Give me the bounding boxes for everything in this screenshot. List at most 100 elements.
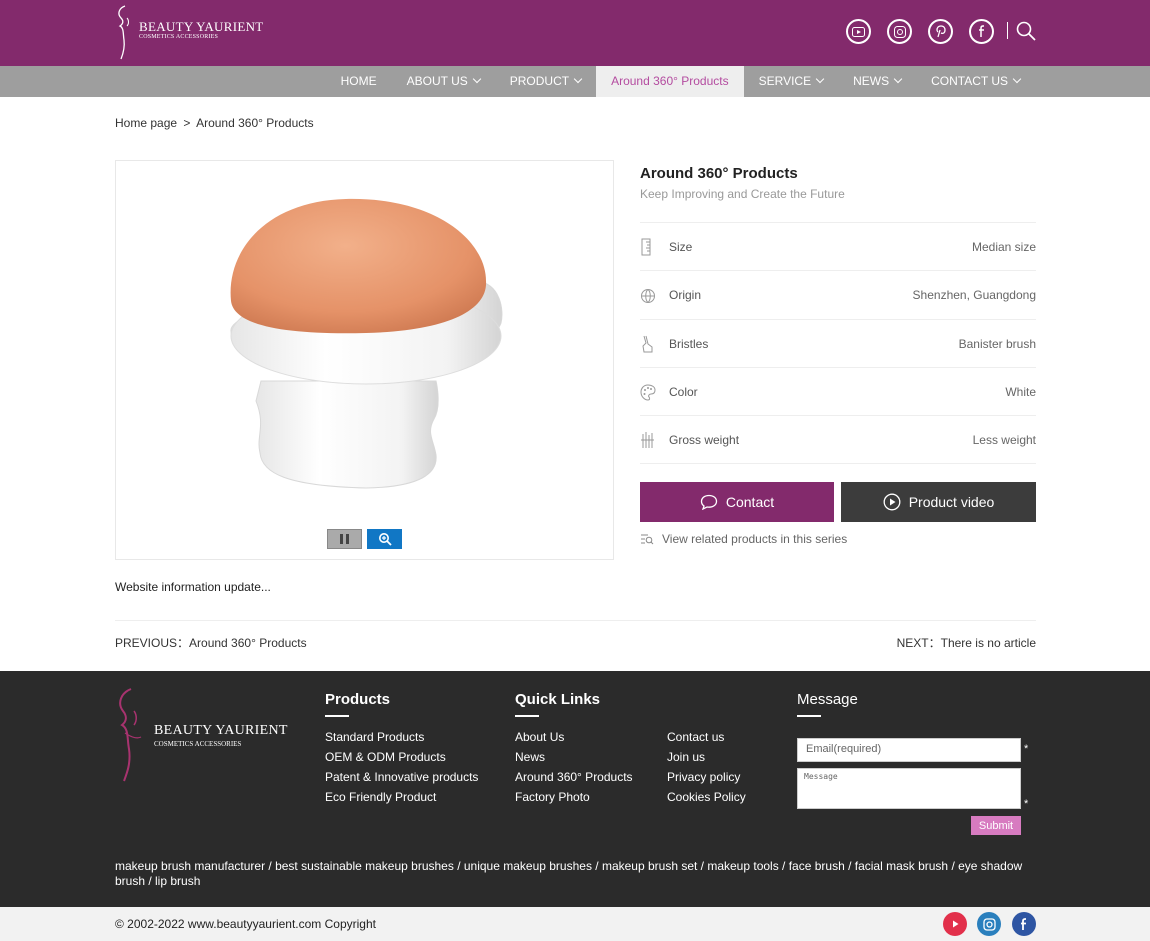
previous-title: Around 360° Products <box>189 636 307 650</box>
chevron-down-icon <box>573 74 583 84</box>
nav-item-contact-us[interactable]: CONTACT US <box>916 66 1035 97</box>
copyright-bar: © 2002-2022 www.beautyyaurient.com Copyr… <box>0 907 1150 941</box>
nav-item-label: SERVICE <box>758 74 812 88</box>
footer-quicklinks-list-2: Contact us Join us Privacy policy Cookies P… <box>667 727 746 807</box>
spec-row-size: Size Median size <box>640 223 1036 272</box>
search-icon[interactable] <box>1015 20 1037 42</box>
spec-value: Less weight <box>972 433 1036 448</box>
contact-button[interactable]: Contact <box>640 482 834 522</box>
title-underline <box>325 715 349 717</box>
palette-icon <box>640 384 656 401</box>
product-image-viewer <box>115 160 614 560</box>
footer-products-column: Products <box>325 691 390 717</box>
related-products-link[interactable]: View related products in this series <box>640 532 847 546</box>
footer-product-link[interactable]: Patent & Innovative products <box>325 767 478 787</box>
chat-bubble-icon <box>700 494 718 510</box>
facebook-icon[interactable] <box>969 19 994 44</box>
product-title: Around 360° Products <box>640 165 798 182</box>
footer-quick-link[interactable]: About Us <box>515 727 633 747</box>
footer-quicklinks-list-1: About Us News Around 360° Products Factory … <box>515 727 633 807</box>
footer-products-list: Standard Products OEM & ODM Products Paten… <box>325 727 478 807</box>
nav-item-home[interactable]: HOME <box>326 66 392 97</box>
footer-product-link[interactable]: Eco Friendly Product <box>325 787 478 807</box>
nav-item-news[interactable]: NEWS <box>838 66 916 97</box>
zoom-button[interactable] <box>367 529 402 549</box>
email-field[interactable]: Email(required) <box>797 738 1021 762</box>
footer-keyword-links[interactable]: makeup brush manufacturer / best sustain… <box>115 859 1040 889</box>
header-divider <box>1007 22 1008 39</box>
product-image <box>230 198 503 489</box>
next-title: There is no article <box>940 636 1036 650</box>
title-underline <box>515 715 539 717</box>
instagram-icon[interactable] <box>977 912 1001 936</box>
footer-brand-tagline: COSMETICS ACCESSORIES <box>154 740 242 748</box>
footer-quick-link[interactable]: Factory Photo <box>515 787 633 807</box>
chevron-down-icon <box>893 74 903 84</box>
chevron-down-icon <box>1012 74 1022 84</box>
main-navigation: HOME ABOUT US PRODUCT Around 360° Products S… <box>0 66 1150 97</box>
product-video-button[interactable]: Product video <box>841 482 1036 522</box>
spec-row-color: Color White <box>640 368 1036 417</box>
nav-item-product[interactable]: PRODUCT <box>495 66 596 97</box>
pinterest-icon[interactable] <box>928 19 953 44</box>
spec-label: Bristles <box>669 336 709 351</box>
footer-quick-link[interactable]: Cookies Policy <box>667 787 746 807</box>
footer-quick-link[interactable]: Contact us <box>667 727 746 747</box>
footer-message-column: Message <box>797 691 858 717</box>
weight-icon <box>641 432 654 449</box>
brand-logo[interactable]: BEAUTY YAURIENT COSMETICS ACCESSORIES <box>115 4 263 60</box>
nav-item-label: ABOUT US <box>406 74 468 88</box>
spec-label: Gross weight <box>669 433 740 448</box>
copyright-text: © 2002-2022 www.beautyyaurient.com Copyr… <box>115 917 376 931</box>
next-article-link[interactable]: NEXT：There is no article <box>897 634 1036 651</box>
footer-quick-link[interactable]: Privacy policy <box>667 767 746 787</box>
nav-item-service[interactable]: SERVICE <box>744 66 838 97</box>
required-marker: * <box>1024 798 1029 810</box>
footer-message-title: Message <box>797 691 858 708</box>
footer-quick-link[interactable]: Join us <box>667 747 746 767</box>
spec-value: Shenzhen, Guangdong <box>912 288 1036 303</box>
submit-button[interactable]: Submit <box>971 816 1021 835</box>
slideshow-pause-button[interactable] <box>327 529 362 549</box>
logo-silhouette-icon <box>118 5 129 60</box>
spec-value: Median size <box>971 240 1036 254</box>
instagram-icon[interactable] <box>887 19 912 44</box>
facebook-icon[interactable] <box>1012 912 1036 936</box>
chevron-down-icon <box>472 74 481 84</box>
spec-label: Origin <box>669 288 702 303</box>
spec-list: Size Median size Origin Shenzhen, Guangd… <box>640 222 1036 465</box>
product-description: Website information update... <box>115 580 271 594</box>
nav-item-label: PRODUCT <box>509 74 570 88</box>
footer-quick-link[interactable]: Around 360° Products <box>515 767 633 787</box>
footer-quick-link[interactable]: News <box>515 747 633 767</box>
spec-value: White <box>1005 384 1036 399</box>
footer-logo[interactable]: BEAUTY YAURIENT COSMETICS ACCESSORIES <box>115 687 295 783</box>
spec-row-weight: Gross weight Less weight <box>640 416 1036 465</box>
footer-brand-name: BEAUTY YAURIENT <box>154 723 288 738</box>
nav-item-around-360-products[interactable]: Around 360° Products <box>596 66 744 97</box>
breadcrumb-current[interactable]: Around 360° Products <box>196 116 314 130</box>
zoom-icon <box>378 533 392 546</box>
content-divider <box>115 620 1036 621</box>
footer-products-title: Products <box>325 691 391 708</box>
product-video-button-label: Product video <box>908 494 995 510</box>
spec-label: Color <box>669 384 698 399</box>
breadcrumb-separator: > <box>183 116 191 130</box>
next-label: NEXT： <box>896 636 941 650</box>
youtube-icon[interactable] <box>846 19 871 44</box>
footer-product-link[interactable]: OEM & ODM Products <box>325 747 478 767</box>
message-field[interactable]: Message <box>797 768 1021 809</box>
breadcrumb-home[interactable]: Home page <box>115 116 177 130</box>
spec-value: Banister brush <box>958 336 1036 351</box>
chevron-down-icon <box>815 74 825 84</box>
footer-quicklinks-column: Quick Links <box>515 691 600 717</box>
footer-product-link[interactable]: Standard Products <box>325 727 478 747</box>
required-marker: * <box>1024 743 1029 755</box>
brand-name: BEAUTY YAURIENT <box>139 19 264 34</box>
nav-item-label: NEWS <box>853 74 890 88</box>
nav-item-about-us[interactable]: ABOUT US <box>392 66 495 97</box>
previous-label: PREVIOUS： <box>115 636 190 650</box>
youtube-icon[interactable] <box>943 912 967 936</box>
play-circle-icon <box>883 493 901 511</box>
previous-article-link[interactable]: PREVIOUS：Around 360° Products <box>115 634 307 651</box>
